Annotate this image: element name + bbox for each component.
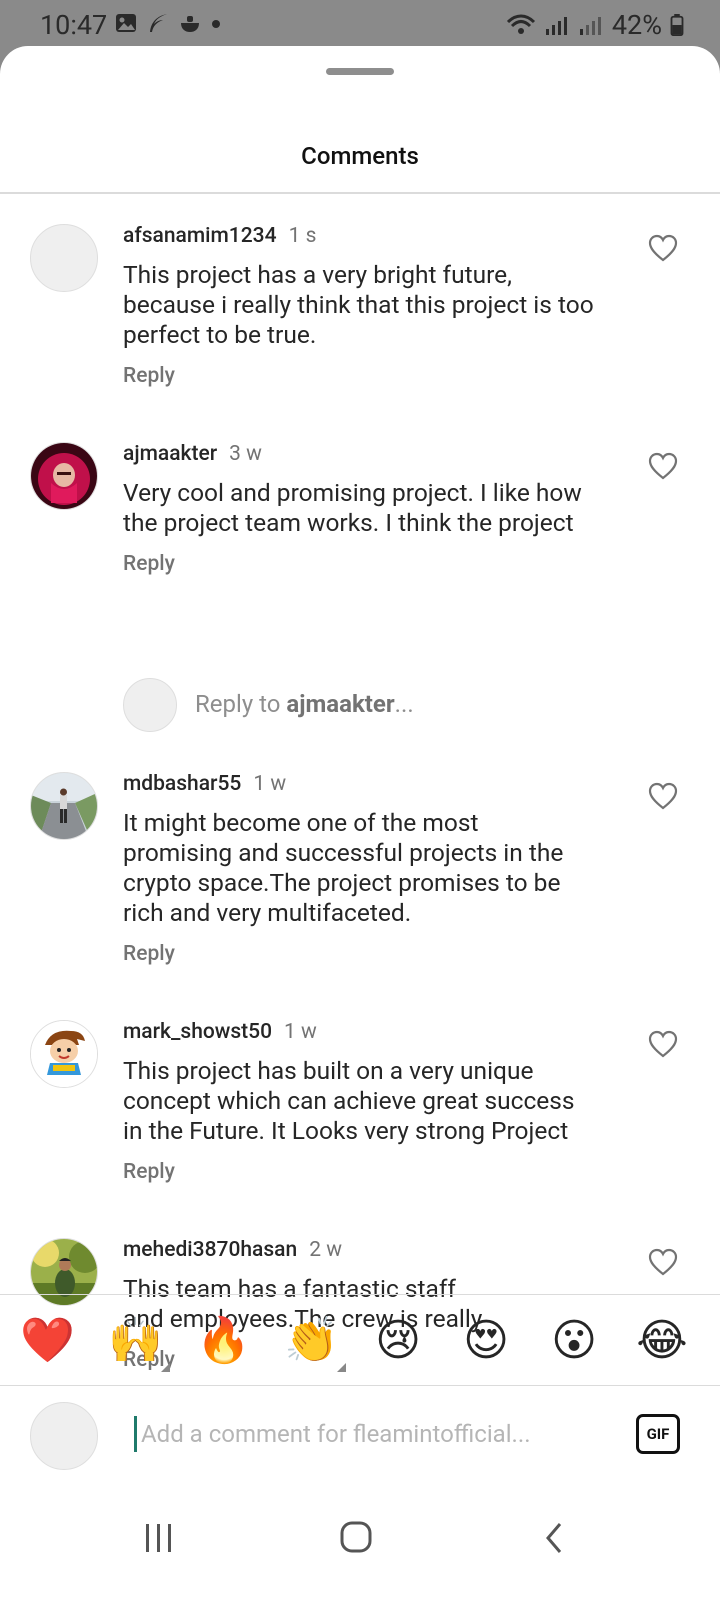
reply-button[interactable]: Reply	[123, 364, 175, 388]
status-bar: 10:47 42%	[0, 0, 720, 52]
dot-icon	[212, 20, 220, 28]
wifi-icon	[506, 14, 535, 34]
status-time: 10:47	[40, 9, 108, 41]
hijab-avatar-image	[31, 443, 97, 509]
gallery-icon	[116, 14, 136, 32]
signal-icon	[545, 17, 567, 35]
battery-percent: 42%	[611, 9, 662, 41]
sheet-title: Comments	[301, 142, 419, 170]
comment-age: 2 w	[309, 1238, 342, 1262]
crying-emoji-button[interactable]: 😢	[372, 1314, 424, 1366]
comment-age: 1 w	[284, 1020, 317, 1044]
app-notification-icon	[181, 16, 199, 32]
header-divider	[0, 192, 720, 194]
comment-age: 1 s	[288, 224, 317, 248]
comment-header: mark_showst50 1 w	[123, 1020, 317, 1044]
comment-age: 3 w	[229, 442, 262, 466]
emoji-quick-bar: ❤️ 🙌 🔥 👏 😢 😍 😮 😂	[0, 1296, 720, 1386]
comment-composer: GIF	[0, 1386, 720, 1482]
heart-icon[interactable]	[648, 234, 678, 262]
emoji-divider-top	[0, 1294, 720, 1295]
comment-input[interactable]	[134, 1416, 601, 1452]
recent-apps-icon[interactable]	[138, 1520, 178, 1556]
heart-icon[interactable]	[648, 1030, 678, 1058]
road-photo-avatar-image	[31, 773, 97, 839]
comment-username[interactable]: afsanamim1234	[123, 224, 277, 248]
avatar[interactable]	[30, 442, 98, 510]
fire-emoji-button[interactable]: 🔥	[196, 1314, 251, 1366]
comment-text: This project has a very bright future, be…	[123, 260, 594, 349]
reply-button[interactable]: Reply	[123, 942, 175, 966]
comment-header: mdbashar55 1 w	[123, 772, 286, 796]
heart-icon[interactable]	[648, 452, 678, 480]
clapping-emoji-button[interactable]: 👏	[284, 1314, 346, 1372]
sheet-drag-handle[interactable]	[326, 68, 394, 75]
cartoon-boy-avatar-image	[31, 1021, 97, 1087]
avatar[interactable]	[30, 224, 98, 292]
comment-header: afsanamim1234 1 s	[123, 224, 316, 248]
status-right: 42%	[506, 9, 684, 41]
skin-tone-indicator	[161, 1363, 170, 1372]
avatar[interactable]	[30, 772, 98, 840]
heart-emoji-button[interactable]: ❤️	[20, 1314, 75, 1366]
avatar[interactable]	[30, 1020, 98, 1088]
comment-text: This project has built on a very unique c…	[123, 1056, 575, 1145]
comment-header: mehedi3870hasan 2 w	[123, 1238, 342, 1262]
system-nav-bar	[0, 1482, 720, 1600]
comment-username[interactable]: mark_showst50	[123, 1020, 272, 1044]
comment-username[interactable]: mehedi3870hasan	[123, 1238, 297, 1262]
reply-button[interactable]: Reply	[123, 552, 175, 576]
battery-icon	[670, 14, 684, 36]
reply-button[interactable]: Reply	[123, 1160, 175, 1184]
my-avatar	[30, 1402, 98, 1470]
feather-icon	[150, 14, 167, 32]
back-icon[interactable]	[536, 1520, 576, 1556]
heart-icon[interactable]	[648, 782, 678, 810]
reply-to-text[interactable]: Reply to ajmaakter...	[195, 690, 414, 718]
home-icon[interactable]	[336, 1520, 376, 1556]
comment-header: ajmaakter 3 w	[123, 442, 262, 466]
reply-avatar	[123, 678, 177, 732]
notification-icons	[115, 12, 221, 34]
comment-username[interactable]: ajmaakter	[123, 442, 217, 466]
comments-list[interactable]: afsanamim1234 1 s This project has a very…	[0, 200, 720, 1370]
comment-text: Very cool and promising project. I like …	[123, 478, 582, 537]
raising-hands-emoji-button[interactable]: 🙌	[108, 1314, 170, 1372]
skin-tone-indicator	[337, 1363, 346, 1372]
heart-eyes-emoji-button[interactable]: 😍	[460, 1314, 512, 1366]
surprised-emoji-button[interactable]: 😮	[548, 1314, 600, 1366]
signal-2-icon	[579, 17, 601, 35]
comment-username[interactable]: mdbashar55	[123, 772, 241, 796]
gif-button[interactable]: GIF	[636, 1414, 680, 1454]
laughing-emoji-button[interactable]: 😂	[636, 1314, 688, 1366]
heart-icon[interactable]	[648, 1248, 678, 1276]
comment-text: It might become one of the most promising…	[123, 808, 564, 927]
comment-age: 1 w	[253, 772, 287, 796]
